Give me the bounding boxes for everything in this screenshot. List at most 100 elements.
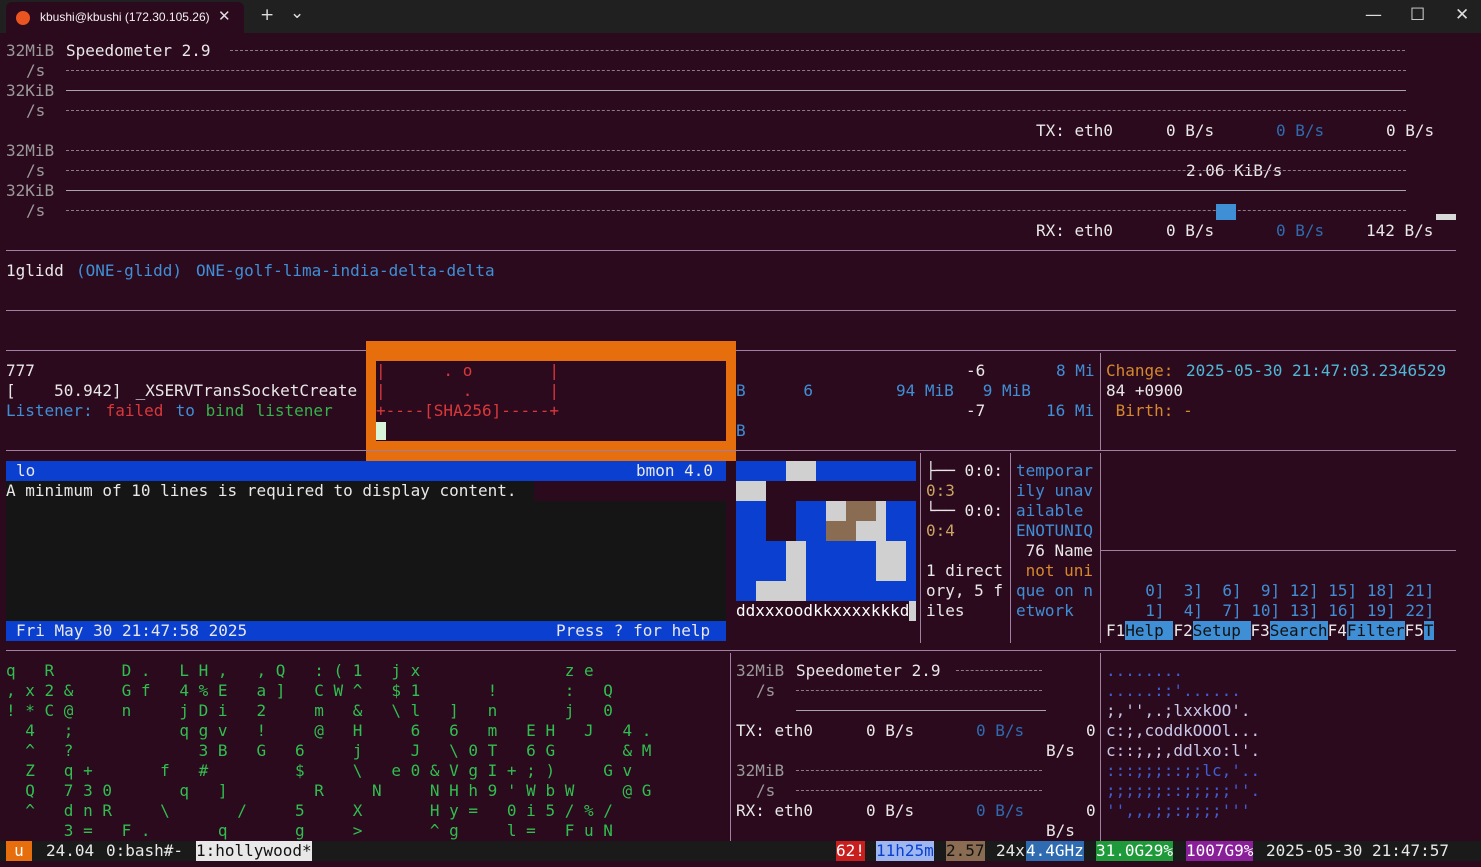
y-unit: /s	[26, 161, 46, 180]
log-text: listener	[246, 401, 333, 420]
bmon-body	[6, 501, 726, 621]
alert-count: 62!	[836, 841, 865, 861]
rx-label: RX: eth0	[736, 801, 814, 820]
matrix-line: ! * C @ n j D i 2 m & \ l ] n j 0	[6, 701, 613, 720]
log-text: failed	[96, 401, 164, 420]
terminal-tab[interactable]: kbushi@kbushi (172.30.105.26) ✕	[6, 2, 244, 33]
speedometer-title: Speedometer 2.9	[796, 661, 941, 680]
fkey-f1[interactable]: F1	[1106, 621, 1125, 640]
tx-value: 0 B/s	[1386, 121, 1435, 140]
fkey-f3[interactable]: F3	[1251, 621, 1270, 640]
fkey-search[interactable]: Search	[1269, 621, 1328, 640]
matrix-line: ^ d n R \ / 5 X H y = 0 i 5 / % /	[6, 801, 613, 820]
rx-value: 0 B/s	[1276, 221, 1325, 240]
terminal-area[interactable]: 32MiB Speedometer 2.9 /s 32KiB /s TX: et…	[0, 33, 1481, 867]
tx-value: 0 B/s	[866, 721, 915, 740]
error-text: etwork	[1016, 601, 1074, 620]
disk-usage: 1007G9%	[1186, 841, 1254, 861]
fkey-f2[interactable]: F2	[1173, 621, 1192, 640]
close-window-button[interactable]: ✕	[1455, 5, 1469, 25]
y-label: 32MiB	[736, 761, 785, 780]
window-1-active[interactable]: 1:hollywood*	[196, 841, 312, 861]
close-tab-icon[interactable]: ✕	[218, 7, 231, 25]
matrix-line: ^ ? 3 B G 6 j J \ 0 T 6 G & M	[6, 741, 652, 760]
sha-art-pane: | . o | | . | +----[SHA256]-----+	[376, 361, 726, 441]
tx-value: 0 B/s	[1166, 121, 1215, 140]
error-text: temporar	[1016, 461, 1094, 480]
host-id: 1glidd	[6, 261, 64, 280]
ubuntu-version: 24.04	[46, 841, 95, 860]
maximize-button[interactable]: ☐	[1410, 5, 1425, 25]
memory-usage: 31.0G29%	[1096, 841, 1174, 861]
pane-divider	[1100, 653, 1101, 841]
rx-value: 0 B/s	[1166, 221, 1215, 240]
window-0[interactable]: 0:bash#-	[106, 841, 183, 861]
fkey-f4[interactable]: F4	[1328, 621, 1347, 640]
tx-unit: B/s	[1046, 741, 1075, 760]
pane-divider	[1100, 550, 1456, 551]
grid-line	[956, 670, 1042, 671]
tree-summary: iles	[926, 601, 965, 620]
bmon-version: bmon 4.0	[636, 461, 714, 480]
rx-value: 0 B/s	[976, 801, 1025, 820]
tree-summary: ory, 5 f	[926, 581, 1004, 600]
y-unit: /s	[26, 201, 46, 220]
fkey-help[interactable]: Help	[1125, 621, 1174, 640]
bmon-date: Fri May 30 21:47:58 2025	[16, 621, 248, 640]
bmon-header-bar	[6, 461, 726, 481]
grid-line	[66, 110, 1406, 111]
rx-bar	[1436, 214, 1456, 220]
tx-value: 0	[1086, 721, 1096, 740]
ascii-art-line: '',,,;;:;;;;'''	[1106, 801, 1251, 820]
rx-rate: 2.06 KiB/s	[1186, 161, 1283, 180]
mem-text: B 6	[736, 381, 814, 400]
pane-divider	[920, 453, 921, 643]
session-indicator[interactable]: u	[6, 841, 32, 861]
tab-dropdown-icon[interactable]: ⌄	[290, 3, 304, 23]
mem-text: 16 Mi	[1046, 401, 1095, 420]
cpu-freq: 4.4GHz	[1026, 841, 1084, 861]
fkey-tree[interactable]: T	[1423, 621, 1434, 640]
tree-line: 0:4	[926, 521, 955, 540]
matrix-line: Z q + f # $ \ e 0 & V g I + ; ) G v	[6, 761, 633, 780]
rx-value: 0	[1086, 801, 1096, 820]
ascii-art-line: ;,'',.;lxxkOO'.	[1106, 701, 1251, 720]
fkey-setup[interactable]: Setup	[1192, 621, 1251, 640]
matrix-line: 4 ; q g v ! @ H 6 6 m E H J 4 .	[6, 721, 652, 740]
ascii-art-line: c::;,;,ddlxo:l'.	[1106, 741, 1261, 760]
error-text: ENOTUNIQ	[1016, 521, 1094, 540]
htop-function-keys: F1Help F2Setup F3SearchF4FilterF5T	[1106, 621, 1434, 641]
new-tab-button[interactable]: +	[260, 5, 274, 25]
window-titlebar: kbushi@kbushi (172.30.105.26) ✕ + ⌄ — ☐ …	[0, 0, 1481, 33]
bmon-help-hint: Press ? for help	[556, 621, 711, 640]
error-text: que on n	[1016, 581, 1094, 600]
y-label: 32KiB	[6, 81, 55, 100]
error-code: 76 Name	[1016, 541, 1094, 560]
stat-birth: Birth: -	[1106, 401, 1193, 420]
minimize-button[interactable]: —	[1365, 5, 1382, 25]
stat-change-label: Change:	[1106, 361, 1174, 380]
tree-line: ├── 0:0:	[926, 461, 1004, 480]
y-label: 32KiB	[6, 181, 55, 200]
grid-line	[796, 770, 1042, 771]
fkey-filter[interactable]: Filter	[1346, 621, 1405, 640]
grid-line	[66, 150, 1406, 151]
rx-value: 0 B/s	[866, 801, 915, 820]
host-name: ONE-golf-lima-india-delta-delta	[196, 261, 495, 280]
grid-line	[796, 790, 1042, 791]
sha-art-line: | . o |	[376, 361, 560, 380]
y-unit: /s	[26, 101, 46, 120]
y-label: 32MiB	[736, 661, 785, 680]
fkey-f5[interactable]: F5	[1405, 621, 1424, 640]
grid-line	[230, 50, 1405, 51]
cpu-index-row: 1] 4] 7] 10] 13] 16] 19] 22]	[1126, 601, 1435, 620]
log-text: Listener:	[6, 401, 93, 420]
ascii-art-image: ddxxxoodkkxxxxkkkd	[736, 461, 916, 621]
stat-change-value: 2025-05-30 21:47:03.2346529	[1186, 361, 1447, 380]
clock: 2025-05-30 21:47:57	[1266, 841, 1450, 860]
stat-tz: 84 +0900	[1106, 381, 1184, 400]
cursor	[376, 422, 386, 440]
matrix-line: 3 = F . q g > ^ g l = F u N	[6, 821, 613, 840]
axis-line	[66, 190, 1406, 191]
sha-art-line: +----[SHA256]-----+	[376, 401, 560, 420]
